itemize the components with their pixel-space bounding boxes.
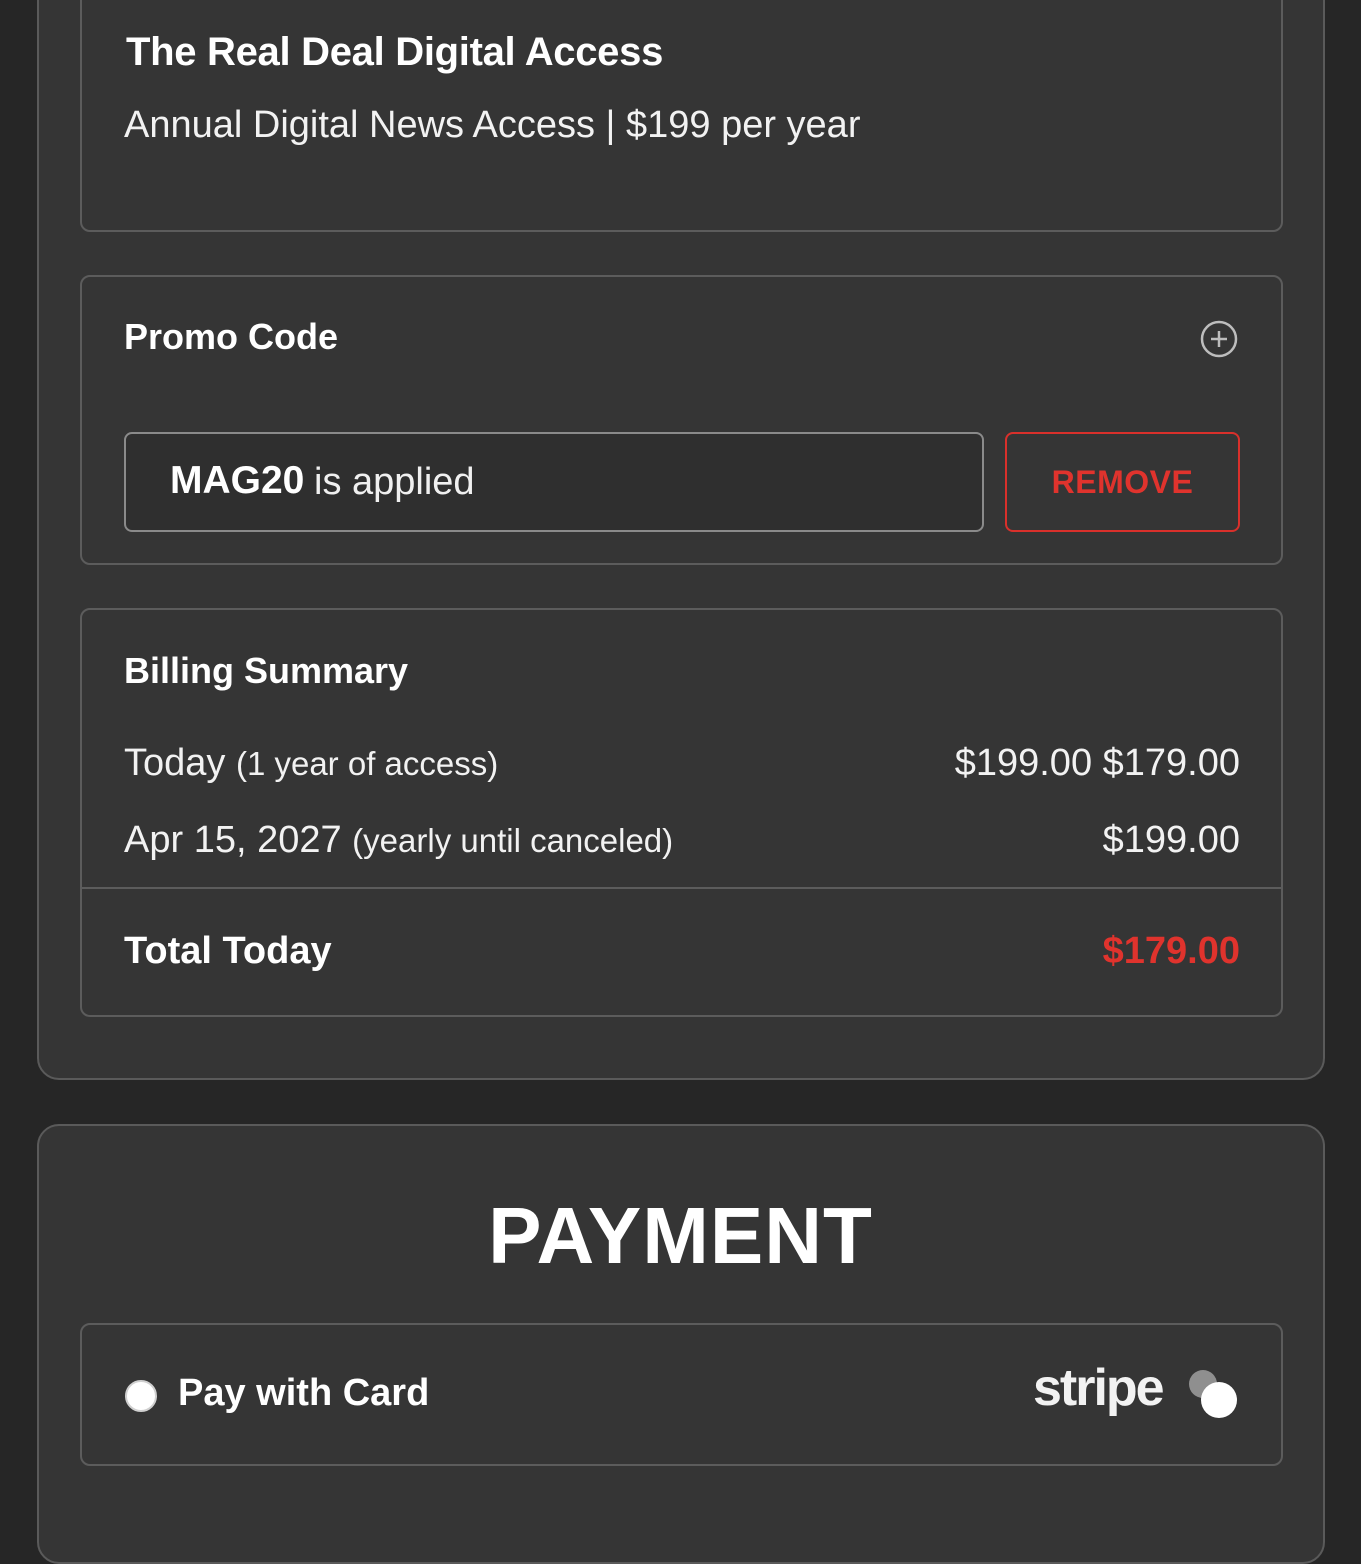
promo-code-title: Promo Code (124, 316, 339, 357)
billing-row-date: Today (124, 742, 226, 784)
plus-circle-icon[interactable] (1200, 320, 1238, 358)
pay-with-card-label: Pay with Card (178, 1372, 430, 1414)
billing-row-note: (1 year of access) (235, 745, 499, 782)
billing-row-date: Apr 15, 2027 (124, 819, 342, 861)
billing-divider (82, 887, 1281, 889)
promo-code-value: MAG20 (170, 459, 305, 502)
billing-row-note: (yearly until canceled) (352, 822, 674, 859)
billing-row-label: Apr 15, 2027 (yearly until canceled) (124, 819, 673, 862)
billing-row-value: $199.00 $179.00 (954, 742, 1240, 784)
billing-row-value: $199.00 (1102, 819, 1240, 861)
billing-row-label: Today (1 year of access) (124, 742, 498, 785)
stripe-link-icon (1183, 1364, 1241, 1422)
promo-code-field[interactable]: MAG20 is applied (124, 432, 984, 532)
total-today-value: $179.00 (1102, 930, 1240, 972)
payment-title: PAYMENT (488, 1191, 873, 1280)
promo-applied-text: is applied (314, 461, 475, 503)
stripe-logo: stripe (1033, 1359, 1165, 1417)
product-title: The Real Deal Digital Access (126, 30, 664, 74)
remove-promo-button[interactable]: REMOVE (1005, 432, 1240, 532)
billing-summary-title: Billing Summary (124, 650, 409, 691)
total-today-label: Total Today (124, 930, 332, 972)
pay-with-card-radio[interactable] (125, 1380, 157, 1412)
product-subtitle: Annual Digital News Access | $199 per ye… (124, 104, 861, 146)
